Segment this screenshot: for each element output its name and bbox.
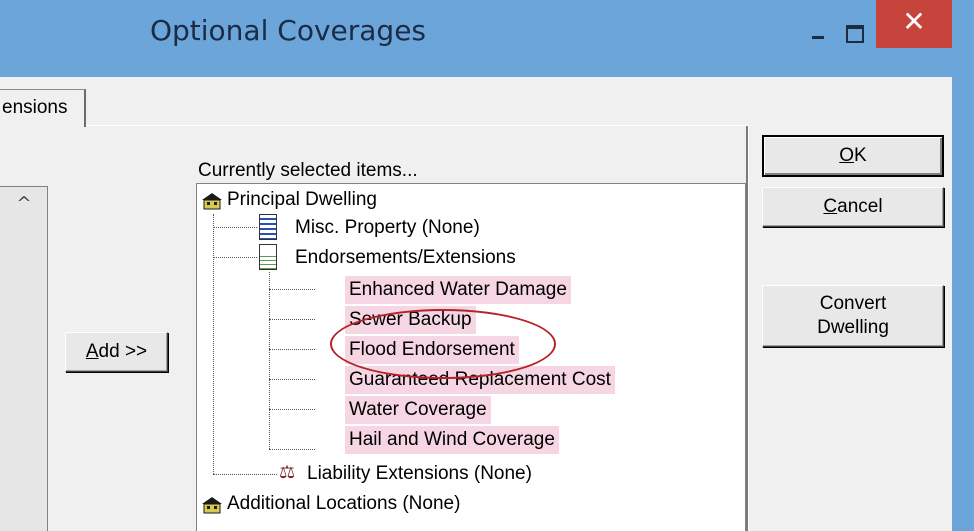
- tree-connector: [213, 214, 214, 474]
- close-button[interactable]: ✕: [876, 0, 952, 48]
- ok-button-mnemonic: O: [839, 145, 855, 166]
- tree-connector: [269, 349, 315, 350]
- tree-node-enhanced-water-damage[interactable]: Enhanced Water Damage: [345, 276, 571, 304]
- tree-node-sewer-backup[interactable]: Sewer Backup: [345, 306, 476, 334]
- ok-button-label: K: [854, 145, 867, 166]
- cancel-button-mnemonic: C: [823, 196, 838, 217]
- tree-node-water-coverage[interactable]: Water Coverage: [345, 396, 491, 424]
- tab-extensions[interactable]: ensions: [0, 89, 86, 127]
- convert-dwelling-line2: Dwelling: [817, 317, 889, 338]
- tree-connector: [213, 227, 257, 228]
- selected-items-tree[interactable]: Principal Dwelling Misc. Property (None)…: [196, 183, 746, 531]
- cancel-button[interactable]: Cancel: [762, 187, 944, 227]
- document-green-icon: [259, 244, 277, 270]
- tree-node-misc-property[interactable]: Misc. Property (None): [295, 214, 480, 242]
- scales-icon: ⚖: [279, 462, 296, 483]
- add-button-label: dd >>: [98, 341, 148, 362]
- tree-node-liability-extensions[interactable]: Liability Extensions (None): [307, 460, 532, 488]
- tree-connector: [213, 474, 277, 475]
- available-items-scrollbar[interactable]: [0, 187, 47, 531]
- tree-connector: [269, 379, 315, 380]
- tree-connector: [269, 409, 315, 410]
- document-blue-icon: [259, 214, 277, 240]
- tree-node-flood-endorsement[interactable]: Flood Endorsement: [345, 336, 519, 364]
- window-title: Optional Coverages: [149, 14, 427, 47]
- cancel-button-label: ancel: [837, 196, 883, 217]
- maximize-button[interactable]: [830, 16, 882, 50]
- tree-node-principal-dwelling[interactable]: Principal Dwelling: [227, 186, 377, 214]
- tree-node-additional-locations[interactable]: Additional Locations (None): [227, 490, 460, 518]
- house-icon: [202, 193, 222, 210]
- add-button-mnemonic: A: [85, 341, 99, 362]
- tree-node-guaranteed-replacement-cost[interactable]: Guaranteed Replacement Cost: [345, 366, 615, 394]
- tree-connector: [269, 449, 315, 450]
- tree-connector: [269, 289, 315, 290]
- window-frame-right: [952, 77, 974, 531]
- tree-connector: [213, 257, 257, 258]
- tree-node-hail-and-wind-coverage[interactable]: Hail and Wind Coverage: [345, 426, 559, 454]
- ok-button[interactable]: OK: [762, 135, 944, 177]
- tree-connector: [269, 319, 315, 320]
- add-button[interactable]: Add >>: [65, 332, 168, 372]
- close-icon: ✕: [902, 5, 926, 38]
- currently-selected-label: Currently selected items...: [198, 160, 418, 181]
- scroll-up-arrow-icon[interactable]: ^: [8, 189, 40, 219]
- convert-dwelling-button[interactable]: Convert Dwelling: [762, 285, 944, 347]
- tree-node-endorsements[interactable]: Endorsements/Extensions: [295, 244, 516, 272]
- dialog-client-area: ensions ^ Add >> Currently selected item…: [0, 77, 952, 531]
- tree-connector: [269, 272, 270, 449]
- house-icon: [202, 497, 222, 514]
- convert-dwelling-line1: Convert: [819, 293, 887, 314]
- title-bar: Optional Coverages ✕: [0, 0, 974, 77]
